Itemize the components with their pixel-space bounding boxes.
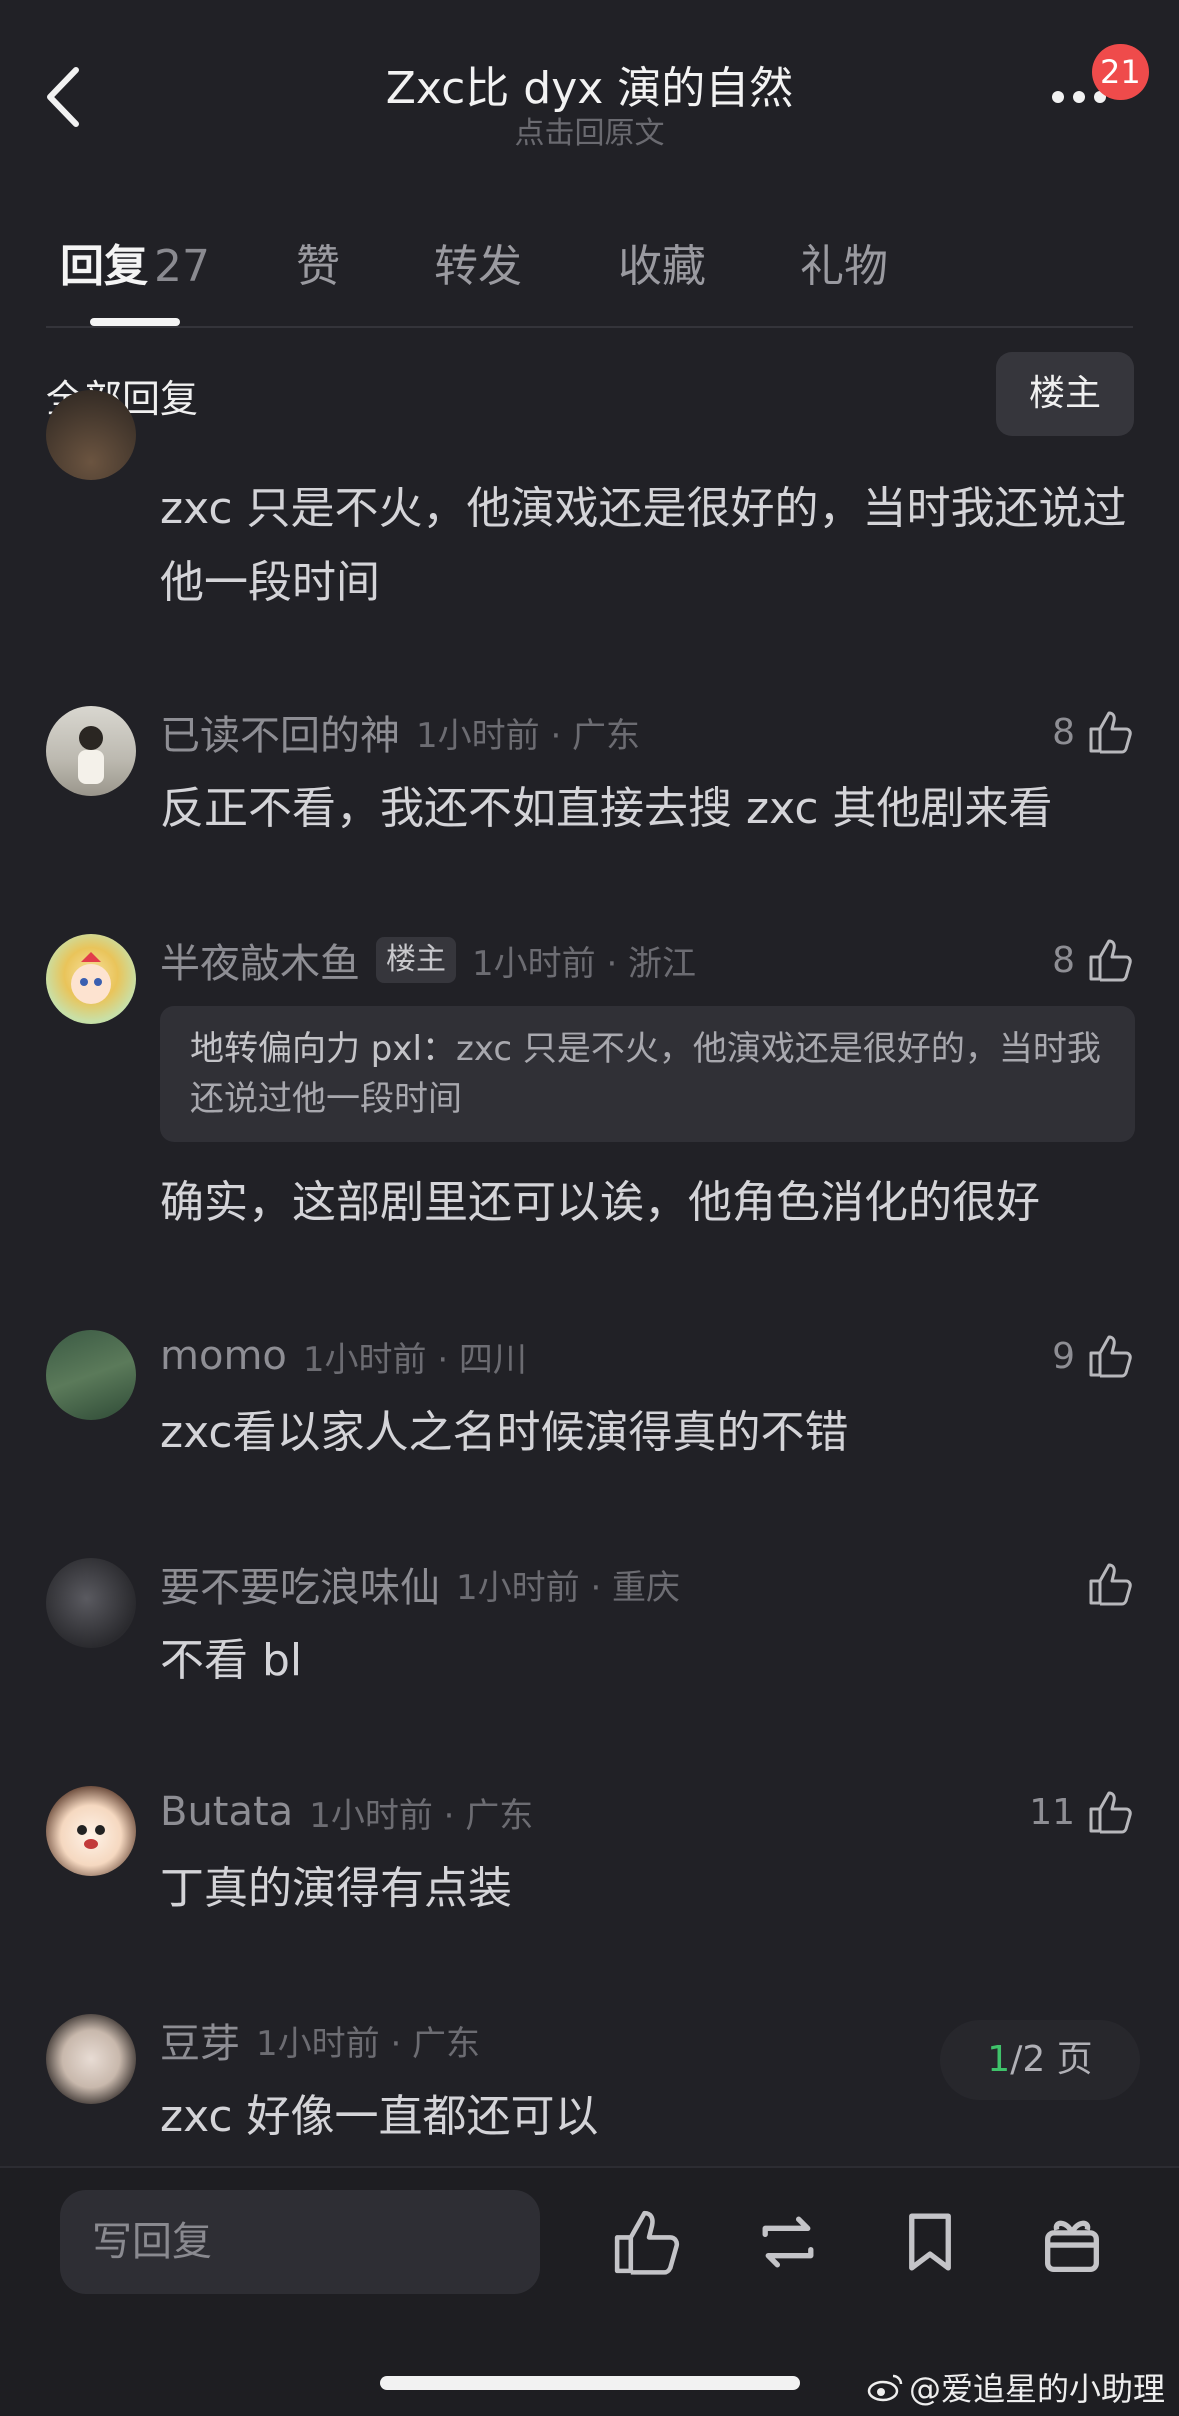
avatar[interactable] <box>46 706 136 796</box>
current-page: 1 <box>987 2039 1011 2080</box>
quoted-username: 地转偏向力 pxl： <box>190 1029 456 1069</box>
op-badge: 楼主 <box>376 937 456 983</box>
comment-meta: 半夜敲木鱼 楼主 1小时前 · 浙江 <box>160 930 696 990</box>
comment-meta: 豆芽 1小时前 · 广东 <box>160 2010 480 2070</box>
divider <box>46 326 1133 328</box>
thumbs-up-icon <box>1089 939 1132 982</box>
comment-meta: momo 1小时前 · 四川 <box>160 1326 527 1386</box>
username[interactable]: 半夜敲木鱼 <box>160 931 360 989</box>
timestamp: 1小时前 · 广东 <box>256 2023 481 2064</box>
username[interactable]: 要不要吃浪味仙 <box>160 1555 440 1613</box>
comment-meta: Butata 1小时前 · 广东 <box>160 1782 533 1842</box>
active-tab-indicator <box>90 318 180 326</box>
like-count: 11 <box>1029 1791 1075 1833</box>
avatar[interactable] <box>46 2014 136 2104</box>
comment-meta: 要不要吃浪味仙 1小时前 · 重庆 <box>160 1554 680 1614</box>
comment-body: 确实，这部剧里还可以诶，他角色消化的很好 <box>160 1177 1040 1228</box>
page-indicator[interactable]: 1/2 页 <box>940 2020 1140 2100</box>
total-pages: /2 页 <box>1010 2039 1093 2080</box>
page-title[interactable]: Zxc比 dyx 演的自然 <box>0 52 1179 116</box>
username[interactable]: 豆芽 <box>160 2011 240 2069</box>
watermark-text: @爱追星的小助理 <box>908 2370 1165 2408</box>
username[interactable]: Butata <box>160 1789 293 1835</box>
avatar[interactable] <box>46 1558 136 1648</box>
like-button[interactable]: 11 <box>1029 1782 1135 1842</box>
tab-bar: 回复 27 赞 转发 收藏 礼物 <box>0 230 1179 330</box>
gift-icon[interactable] <box>1034 2204 1110 2280</box>
comment-body: 反正不看，我还不如直接去搜 zxc 其他剧来看 <box>160 783 1053 834</box>
comment-body: 不看 bl <box>160 1635 303 1686</box>
comment-body: zxc 只是不火，他演戏还是很好的，当时我还说过他一段时间 <box>160 483 1127 608</box>
op-only-filter-button[interactable]: 楼主 <box>996 352 1134 436</box>
like-button[interactable] <box>1075 1554 1135 1614</box>
quoted-reply[interactable]: 地转偏向力 pxl：zxc 只是不火，他演戏还是很好的，当时我还说过他一段时间 <box>160 1006 1135 1142</box>
like-count: 8 <box>1052 939 1075 981</box>
bookmark-icon[interactable] <box>892 2204 968 2280</box>
comment-body: 丁真的演得有点装 <box>160 1863 512 1914</box>
top-bar: Zxc比 dyx 演的自然 点击回原文 21 <box>0 0 1179 180</box>
avatar[interactable] <box>46 390 136 480</box>
tab-replies-count: 27 <box>154 241 210 292</box>
thumbs-up-icon <box>1089 1335 1132 1378</box>
like-button[interactable]: 9 <box>1052 1326 1135 1386</box>
back-to-original-link[interactable]: 点击回原文 <box>0 108 1179 152</box>
repost-icon[interactable] <box>750 2204 826 2280</box>
tab-replies-label: 回复 <box>60 241 148 292</box>
weibo-logo-icon <box>867 2374 903 2402</box>
thumbs-up-icon <box>1089 1791 1132 1834</box>
tab-favorites[interactable]: 收藏 <box>618 230 706 294</box>
thumbs-up-icon <box>1089 1563 1132 1606</box>
username[interactable]: 已读不回的神 <box>160 703 400 761</box>
username[interactable]: momo <box>160 1333 287 1379</box>
avatar[interactable] <box>46 1330 136 1420</box>
avatar[interactable] <box>46 934 136 1024</box>
home-indicator[interactable] <box>380 2376 800 2390</box>
tab-likes[interactable]: 赞 <box>296 230 340 294</box>
like-count: 9 <box>1052 1335 1075 1377</box>
timestamp: 1小时前 · 广东 <box>416 715 641 756</box>
timestamp: 1小时前 · 广东 <box>309 1795 534 1836</box>
thumbs-up-icon[interactable] <box>608 2204 684 2280</box>
like-button[interactable]: 8 <box>1052 702 1135 762</box>
watermark: @爱追星的小助理 <box>867 2364 1165 2410</box>
notification-badge: 21 <box>1092 44 1149 100</box>
tab-reposts[interactable]: 转发 <box>434 230 522 294</box>
comment-body: zxc看以家人之名时候演得真的不错 <box>160 1407 849 1458</box>
tab-gifts[interactable]: 礼物 <box>800 230 888 294</box>
timestamp: 1小时前 · 四川 <box>302 1339 527 1380</box>
comment-meta: 已读不回的神 1小时前 · 广东 <box>160 702 640 762</box>
tab-replies[interactable]: 回复 27 <box>60 230 210 294</box>
avatar[interactable] <box>46 1786 136 1876</box>
like-count: 8 <box>1052 711 1075 753</box>
like-button[interactable]: 8 <box>1052 930 1135 990</box>
reply-input[interactable]: 写回复 <box>60 2190 540 2294</box>
thumbs-up-icon <box>1089 711 1132 754</box>
timestamp: 1小时前 · 浙江 <box>472 943 697 984</box>
timestamp: 1小时前 · 重庆 <box>456 1567 681 1608</box>
